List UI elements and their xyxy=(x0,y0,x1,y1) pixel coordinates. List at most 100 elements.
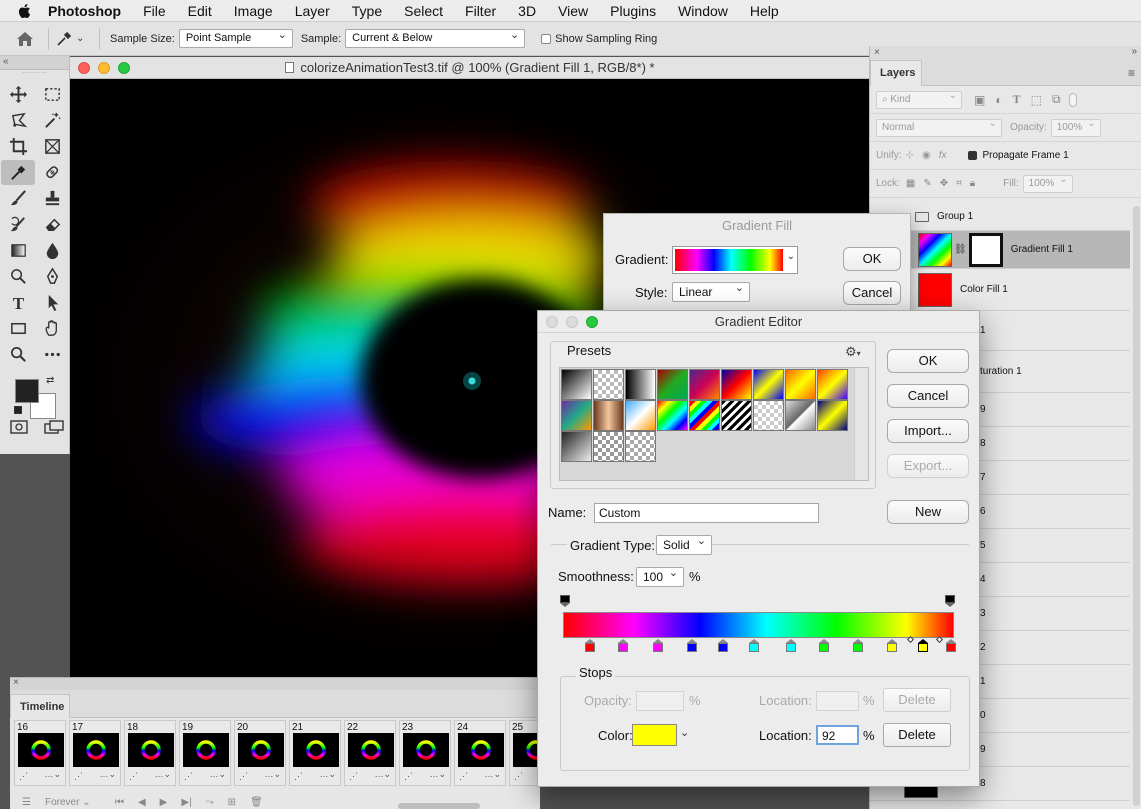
sample-size-select[interactable]: Point Sample xyxy=(178,28,293,48)
menu-type[interactable]: Type xyxy=(352,3,382,19)
collapse-panel-icon[interactable]: » xyxy=(1131,46,1137,57)
frame-delay-icon[interactable]: ⋰ xyxy=(294,771,303,782)
eraser-tool-icon[interactable] xyxy=(35,212,69,237)
more-tools-icon[interactable] xyxy=(35,342,69,367)
gradient-fill-ok-button[interactable]: OK xyxy=(843,247,901,271)
frame-delay-icon[interactable]: ⋰ xyxy=(404,771,413,782)
chevron-down-icon[interactable]: …⌄ xyxy=(154,769,171,780)
menu-window[interactable]: Window xyxy=(678,3,728,19)
gradient-preset-swatch[interactable] xyxy=(561,369,592,400)
menu-select[interactable]: Select xyxy=(404,3,443,19)
pixel-filter-icon[interactable]: ▣ xyxy=(974,93,985,107)
fill-field[interactable]: 100% xyxy=(1022,174,1073,193)
hand-tool-icon[interactable] xyxy=(35,316,69,341)
foreground-color[interactable] xyxy=(15,379,39,403)
gradient-preset-swatch[interactable] xyxy=(817,400,848,431)
smoothness-field[interactable]: 100 xyxy=(636,566,684,587)
checkbox-box[interactable] xyxy=(541,33,552,44)
sample-select[interactable]: Current & Below xyxy=(345,28,526,48)
lasso-tool-icon[interactable] xyxy=(1,108,35,133)
kind-filter-select[interactable]: ⌕ Kind xyxy=(876,90,962,109)
gradient-bar[interactable] xyxy=(563,612,954,638)
color-swatches[interactable]: ⇄ xyxy=(0,373,69,419)
frame-delay-icon[interactable]: ⋰ xyxy=(459,771,468,782)
menu-help[interactable]: Help xyxy=(750,3,779,19)
frame-delay-icon[interactable]: ⋰ xyxy=(239,771,248,782)
opacity-field[interactable]: 100% xyxy=(1050,118,1101,137)
chevron-down-icon[interactable]: …⌄ xyxy=(264,769,281,780)
opacity-location-field[interactable] xyxy=(816,691,859,711)
color-stop[interactable] xyxy=(687,639,697,652)
dodge-tool-icon[interactable] xyxy=(1,264,35,289)
panel-grip[interactable]: ········· xyxy=(0,69,69,78)
opacity-delete-button[interactable]: Delete xyxy=(883,688,951,712)
gradient-preset-swatch[interactable] xyxy=(721,400,752,431)
timeline-frame[interactable]: 19 ⋰ …⌄ xyxy=(179,720,231,786)
blur-tool-icon[interactable] xyxy=(35,238,69,263)
next-frame-icon[interactable]: ▶︎| xyxy=(181,797,191,808)
color-stop[interactable] xyxy=(887,639,897,652)
color-stop[interactable] xyxy=(853,639,863,652)
clone-stamp-icon[interactable] xyxy=(35,186,69,211)
layers-scrollbar[interactable] xyxy=(1133,206,1140,806)
swap-colors-icon[interactable]: ⇄ xyxy=(46,375,54,386)
marquee-tool-icon[interactable] xyxy=(35,82,69,107)
timeline-frame[interactable]: 16 ⋰ …⌄ xyxy=(14,720,66,786)
gradient-preset-swatch[interactable] xyxy=(785,400,816,431)
duplicate-frame-icon[interactable]: ⊞ xyxy=(228,797,236,808)
tween-icon[interactable]: ⤳ xyxy=(206,797,214,808)
rectangle-tool-icon[interactable] xyxy=(1,316,35,341)
timeline-scroll-thumb[interactable] xyxy=(398,803,480,809)
ok-button[interactable]: OK xyxy=(887,349,969,373)
history-brush-icon[interactable] xyxy=(1,212,35,237)
gradient-preset-swatch[interactable] xyxy=(657,400,688,431)
cancel-button[interactable]: Cancel xyxy=(887,384,969,408)
shape-filter-icon[interactable]: ⬚ xyxy=(1031,93,1042,107)
color-stop[interactable] xyxy=(819,639,829,652)
new-button[interactable]: New xyxy=(887,500,969,524)
first-frame-icon[interactable]: ⏮︎ xyxy=(115,797,124,808)
menu-3d[interactable]: 3D xyxy=(518,3,536,19)
chevron-down-icon[interactable]: …⌄ xyxy=(429,769,446,780)
lock-transparent-icon[interactable]: ▦ xyxy=(906,178,915,189)
timeline-frame[interactable]: 22 ⋰ …⌄ xyxy=(344,720,396,786)
timeline-frame[interactable]: 17 ⋰ …⌄ xyxy=(69,720,121,786)
type-filter-icon[interactable]: T xyxy=(1013,92,1021,107)
filter-toggle[interactable] xyxy=(1068,92,1077,107)
color-stop[interactable] xyxy=(946,639,956,652)
tab-layers[interactable]: Layers xyxy=(870,60,922,86)
path-selection-icon[interactable] xyxy=(35,290,69,315)
chevron-down-icon[interactable]: …⌄ xyxy=(209,769,226,780)
default-colors-icon[interactable] xyxy=(14,406,22,414)
timeline-menu-icon[interactable]: ☰ xyxy=(22,797,31,808)
menu-layer[interactable]: Layer xyxy=(295,3,330,19)
frame-delay-icon[interactable]: ⋰ xyxy=(74,771,83,782)
timeline-frame[interactable]: 18 ⋰ …⌄ xyxy=(124,720,176,786)
style-select[interactable]: Linear xyxy=(672,281,750,302)
timeline-frame[interactable]: 21 ⋰ …⌄ xyxy=(289,720,341,786)
brush-tool-icon[interactable] xyxy=(1,186,35,211)
menu-file[interactable]: File xyxy=(143,3,166,19)
lock-all-icon[interactable]: 🔒︎ xyxy=(970,178,975,189)
gradient-tool-icon[interactable] xyxy=(1,238,35,263)
show-sampling-ring-checkbox[interactable]: Show Sampling Ring xyxy=(541,33,657,45)
panel-menu-icon[interactable]: ≡ xyxy=(1128,66,1135,80)
apple-icon[interactable] xyxy=(16,2,34,20)
name-field[interactable]: Custom xyxy=(594,503,819,523)
timeline-frame[interactable]: 20 ⋰ …⌄ xyxy=(234,720,286,786)
close-panel-icon[interactable]: × xyxy=(874,47,880,58)
menu-photoshop[interactable]: Photoshop xyxy=(48,3,121,19)
presets-scrollbar[interactable] xyxy=(854,368,868,480)
menu-filter[interactable]: Filter xyxy=(465,3,496,19)
move-tool-icon[interactable] xyxy=(1,82,35,107)
gradient-preset-swatch[interactable] xyxy=(593,431,624,462)
chevron-down-icon[interactable]: …⌄ xyxy=(484,769,501,780)
gradient-preset-swatch[interactable] xyxy=(785,369,816,400)
tool-preset-picker[interactable]: ⌄ xyxy=(55,30,93,48)
delete-frame-icon[interactable]: 🗑︎ xyxy=(250,797,263,808)
propagate-checkbox[interactable] xyxy=(968,151,978,160)
crop-tool-icon[interactable] xyxy=(1,134,35,159)
color-swatch[interactable] xyxy=(632,724,677,746)
document-titlebar[interactable]: colorizeAnimationTest3.tif @ 100% (Gradi… xyxy=(70,57,870,79)
gradient-preset-swatch[interactable] xyxy=(593,369,624,400)
